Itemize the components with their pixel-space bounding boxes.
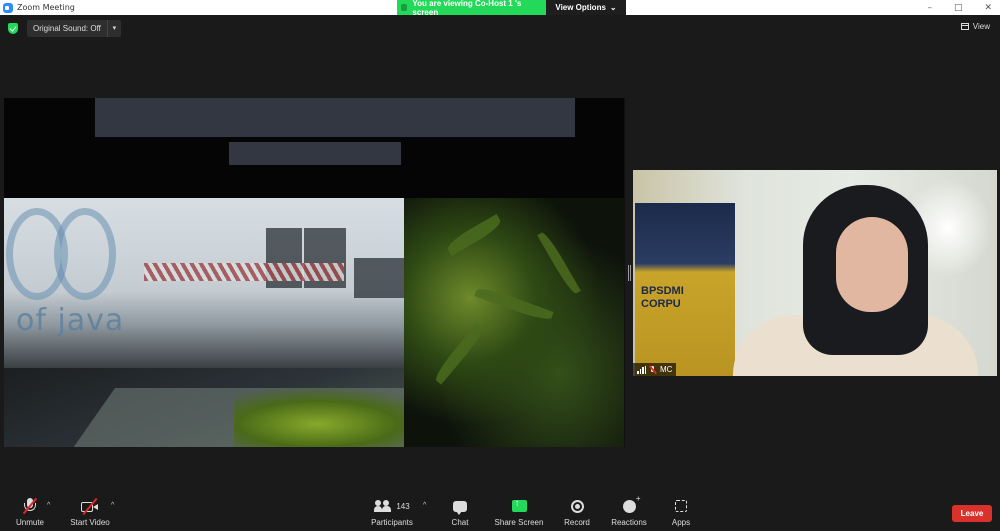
apps-button[interactable]: Apps <box>646 496 716 527</box>
plants <box>404 198 624 447</box>
train-window <box>354 258 404 298</box>
unmute-label: Unmute <box>15 518 44 527</box>
participant-name: MC <box>660 365 673 374</box>
banner-text: BPSDMI CORPU <box>641 285 684 311</box>
security-shield-icon[interactable] <box>8 23 18 34</box>
view-options-button[interactable]: View Options ⌄ <box>546 0 626 15</box>
close-icon[interactable]: ✕ <box>984 3 992 13</box>
chat-icon <box>453 500 467 515</box>
meeting-topbar: Original Sound: Off ▾ View <box>0 15 1000 43</box>
participants-count: 143 <box>396 501 410 511</box>
maximize-icon[interactable]: □ <box>954 3 963 13</box>
chevron-down-icon: ⌄ <box>609 3 617 12</box>
apps-label: Apps <box>671 518 691 527</box>
train-stripe <box>144 263 344 281</box>
train-logo-text: of java <box>16 303 125 338</box>
signal-bars-icon <box>637 365 646 374</box>
leave-button[interactable]: Leave <box>952 505 992 522</box>
record-label: Record <box>564 518 590 527</box>
panel-resize-handle[interactable] <box>628 265 631 281</box>
share-screen-label: Share Screen <box>494 518 544 527</box>
viewing-status: You are viewing Co-Host 1 's screen <box>397 0 546 17</box>
chevron-down-icon[interactable]: ▾ <box>106 20 121 37</box>
audio-options-caret-icon[interactable]: ^ <box>47 502 50 509</box>
participant-name-tag: MC <box>633 363 677 376</box>
mic-muted-icon <box>22 497 38 515</box>
minimize-icon[interactable]: – <box>927 3 932 13</box>
participants-label: Participants <box>371 518 413 527</box>
participant-video: BPSDMI CORPU MC <box>633 170 997 376</box>
zoom-app-icon <box>3 2 13 13</box>
video-off-icon <box>81 497 99 515</box>
reactions-label: Reactions <box>611 518 647 527</box>
roll-up-banner: BPSDMI CORPU <box>635 203 735 376</box>
viewing-banner: You are viewing Co-Host 1 's screen View… <box>397 0 626 17</box>
view-grid-icon <box>960 23 969 30</box>
record-icon <box>570 499 584 513</box>
share-screen-icon <box>511 498 527 512</box>
apps-icon <box>675 500 687 512</box>
banner-text-line: CORPU <box>641 298 681 310</box>
start-video-label: Start Video <box>70 518 110 527</box>
participants-button[interactable]: 143 Participants <box>357 496 427 527</box>
redacted-area <box>229 142 401 165</box>
participant-face <box>836 217 908 312</box>
start-video-button[interactable]: Start Video <box>55 496 125 527</box>
chat-label: Chat <box>451 518 469 527</box>
banner-text-line: BPSDMI <box>641 285 684 297</box>
participants-icon <box>374 500 392 512</box>
redacted-area <box>95 98 575 137</box>
original-sound-label: Original Sound: Off <box>33 24 101 33</box>
participant-person <box>733 185 978 376</box>
video-options-caret-icon[interactable]: ^ <box>111 502 114 509</box>
view-button[interactable]: View <box>960 22 990 31</box>
reactions-icon <box>622 494 640 513</box>
meeting-toolbar: Unmute ^ Start Video ^ 143 Participants … <box>0 494 1000 531</box>
window-controls: – □ ✕ <box>927 0 992 15</box>
screen-share-icon <box>401 4 408 11</box>
original-sound-button[interactable]: Original Sound: Off ▾ <box>27 20 121 37</box>
view-options-label: View Options <box>555 3 606 12</box>
train-logo-letter <box>54 208 116 300</box>
view-label: View <box>972 22 990 31</box>
mic-muted-icon <box>650 365 656 374</box>
window-title: Zoom Meeting <box>17 3 75 12</box>
